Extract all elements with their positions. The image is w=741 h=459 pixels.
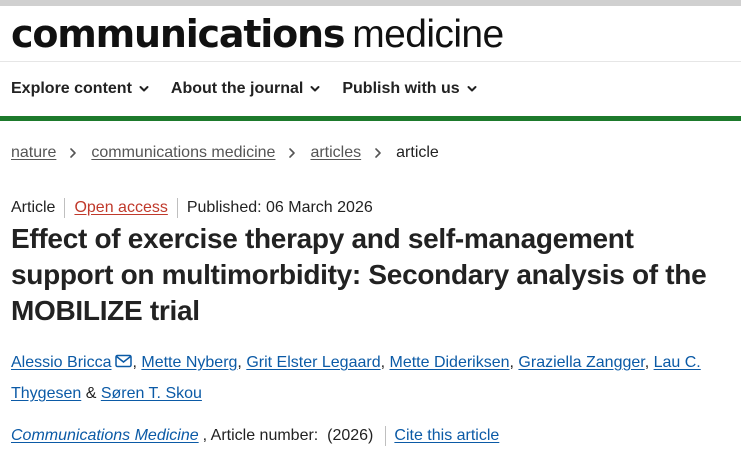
chevron-right-icon xyxy=(70,148,77,158)
nav-label: Explore content xyxy=(11,80,132,97)
author-link[interactable]: Søren T. Skou xyxy=(101,385,202,402)
nav-label: About the journal xyxy=(170,80,304,97)
chevron-down-icon xyxy=(310,86,320,92)
meta-divider xyxy=(64,198,66,218)
breadcrumb: nature communications medicine articles … xyxy=(11,142,439,164)
logo-bold-text: communications xyxy=(11,12,345,56)
citation-line: Communications Medicine , Article number… xyxy=(11,426,499,446)
breadcrumb-current: article xyxy=(396,144,439,161)
accent-bar xyxy=(0,116,741,121)
article-meta: Article Open access Published: 06 March … xyxy=(11,198,373,218)
article-type: Article xyxy=(11,199,56,216)
breadcrumb-communications-medicine[interactable]: communications medicine xyxy=(91,144,275,162)
published-date: Published: 06 March 2026 xyxy=(186,199,373,216)
nav-about-journal[interactable]: About the journal xyxy=(171,78,320,100)
author-link[interactable]: Mette Dideriksen xyxy=(389,354,509,371)
mail-icon[interactable] xyxy=(115,354,133,368)
journal-logo[interactable]: communications medicine xyxy=(11,12,504,56)
cite-this-article-link[interactable]: Cite this article xyxy=(394,427,499,445)
chevron-down-icon xyxy=(467,86,477,92)
article-number: , Article number: (2026) xyxy=(202,427,374,444)
chevron-right-icon xyxy=(375,148,381,158)
nav-explore-content[interactable]: Explore content xyxy=(11,78,149,100)
journal-name-link[interactable]: Communications Medicine xyxy=(11,427,199,445)
logo-light-text: medicine xyxy=(352,13,504,56)
nav-label: Publish with us xyxy=(342,80,460,97)
author-link[interactable]: Grit Elster Legaard xyxy=(246,354,380,371)
author-list: Alessio Bricca, Mette Nyberg, Grit Elste… xyxy=(11,354,701,402)
breadcrumb-articles[interactable]: articles xyxy=(310,144,361,162)
open-access-link[interactable]: Open access xyxy=(74,199,167,217)
article-title: Effect of exercise therapy and self-mana… xyxy=(11,223,707,326)
author-link[interactable]: Graziella Zangger xyxy=(518,354,644,371)
nav-publish-with-us[interactable]: Publish with us xyxy=(342,78,477,100)
author-link[interactable]: Alessio Bricca xyxy=(11,354,111,371)
top-strip xyxy=(0,0,741,6)
author-link[interactable]: Mette Nyberg xyxy=(141,354,237,371)
main-nav: Explore content About the journal Publis… xyxy=(11,78,499,100)
chevron-down-icon xyxy=(139,86,149,92)
header-divider xyxy=(0,61,741,62)
breadcrumb-nature[interactable]: nature xyxy=(11,144,56,162)
chevron-right-icon xyxy=(289,148,296,158)
meta-divider xyxy=(176,198,178,218)
citation-divider xyxy=(385,426,387,446)
